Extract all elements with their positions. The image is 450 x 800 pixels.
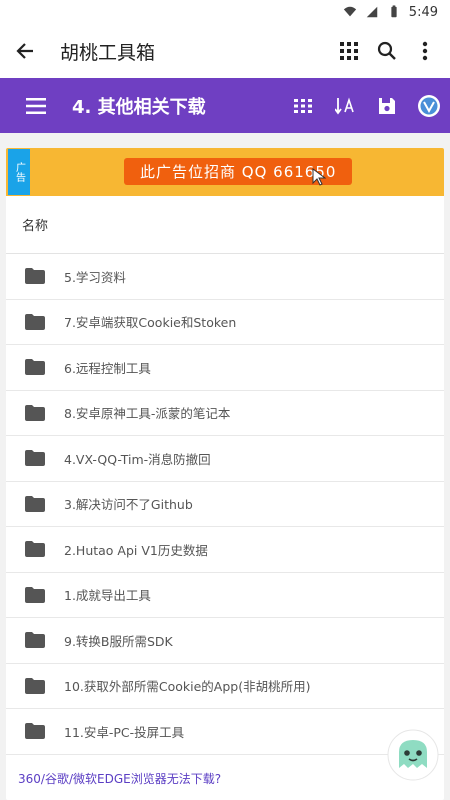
- list-item-name: 2.Hutao Api V1历史数据: [64, 542, 208, 558]
- folder-icon: [6, 404, 64, 421]
- list-item[interactable]: 5.学习资料: [6, 254, 444, 300]
- list-item[interactable]: 11.安卓-PC-投屏工具: [6, 709, 444, 755]
- logo-button[interactable]: [408, 78, 450, 133]
- ghost-chat-icon: [387, 729, 439, 781]
- app-title: 胡桃工具箱: [60, 41, 156, 64]
- folder-toolbar: 4. 其他相关下载: [0, 78, 450, 133]
- folder-icon: [6, 632, 64, 649]
- list-item[interactable]: 9.转换B服所需SDK: [6, 618, 444, 664]
- more-vert-icon: [422, 41, 428, 61]
- list-item-name: 4.VX-QQ-Tim-消息防撤回: [64, 451, 211, 467]
- list-item[interactable]: 7.安卓端获取Cookie和Stoken: [6, 300, 444, 345]
- folder-icon: [6, 450, 64, 467]
- list-item-name: 3.解决访问不了Github: [64, 497, 193, 513]
- list-item-name: 5.学习资料: [64, 269, 126, 285]
- list-item[interactable]: 8.安卓原神工具-派蒙的笔记本: [6, 391, 444, 436]
- list-item-name: 8.安卓原神工具-派蒙的笔记本: [64, 406, 231, 422]
- ad-banner[interactable]: 广告 此广告位招商 QQ 661650: [6, 148, 444, 196]
- folder-icon: [6, 359, 64, 376]
- folder-icon: [6, 677, 64, 694]
- arrow-left-icon: [16, 43, 33, 59]
- list-item[interactable]: 1.成就导出工具: [6, 573, 444, 618]
- search-button[interactable]: [368, 24, 406, 78]
- sort-alpha-icon: [335, 96, 354, 114]
- list-item-name: 9.转换B服所需SDK: [64, 633, 173, 649]
- list-item-name: 1.成就导出工具: [64, 588, 151, 604]
- hamburger-icon: [26, 97, 46, 114]
- list-item[interactable]: 10.获取外部所需Cookie的App(非胡桃所用): [6, 664, 444, 709]
- toolbar-grid-button[interactable]: [282, 78, 324, 133]
- back-button[interactable]: [0, 24, 50, 78]
- list-item[interactable]: 2.Hutao Api V1历史数据: [6, 527, 444, 573]
- folder-icon: [6, 495, 64, 512]
- save-icon: [379, 97, 395, 114]
- cursor-icon: [312, 168, 326, 186]
- grid-view-button[interactable]: [330, 24, 368, 78]
- folder-icon: [6, 723, 64, 740]
- folder-icon: [6, 586, 64, 603]
- search-icon: [377, 41, 396, 60]
- file-list-card: 广告 此广告位招商 QQ 661650 名称 5.学习资料 7.安卓端获取Cook…: [6, 148, 444, 800]
- browser-download-help-link[interactable]: 360/谷歌/微软EDGE浏览器无法下载?: [6, 762, 444, 794]
- list-item-name: 6.远程控制工具: [64, 360, 151, 376]
- list-item[interactable]: 6.远程控制工具: [6, 345, 444, 391]
- folder-icon: [6, 313, 64, 330]
- wifi-icon: [343, 6, 356, 17]
- folder-icon: [6, 541, 64, 558]
- list-item-name: 11.安卓-PC-投屏工具: [64, 724, 185, 740]
- app-bar: 胡桃工具箱: [0, 24, 450, 78]
- grid-icon: [340, 42, 358, 60]
- more-options-button[interactable]: [406, 24, 444, 78]
- menu-button[interactable]: [0, 78, 72, 133]
- signal-icon: [366, 6, 378, 18]
- ad-badge: 广告: [8, 149, 30, 195]
- grid-icon: [294, 98, 312, 113]
- sort-button[interactable]: [324, 78, 366, 133]
- status-time: 5:49: [408, 4, 438, 20]
- list-item-name: 7.安卓端获取Cookie和Stoken: [64, 315, 237, 331]
- folder-icon: [6, 268, 64, 285]
- list-item-name: 10.获取外部所需Cookie的App(非胡桃所用): [64, 679, 311, 695]
- list-header: 名称: [6, 196, 444, 254]
- save-button[interactable]: [366, 78, 408, 133]
- chat-assistant-button[interactable]: [386, 728, 440, 782]
- battery-icon: [391, 5, 397, 18]
- folder-title: 4. 其他相关下载: [72, 96, 206, 118]
- list-item[interactable]: 4.VX-QQ-Tim-消息防撤回: [6, 436, 444, 482]
- status-bar: 5:49: [0, 0, 450, 24]
- list-item[interactable]: 3.解决访问不了Github: [6, 482, 444, 527]
- hutao-logo-icon: [418, 94, 440, 117]
